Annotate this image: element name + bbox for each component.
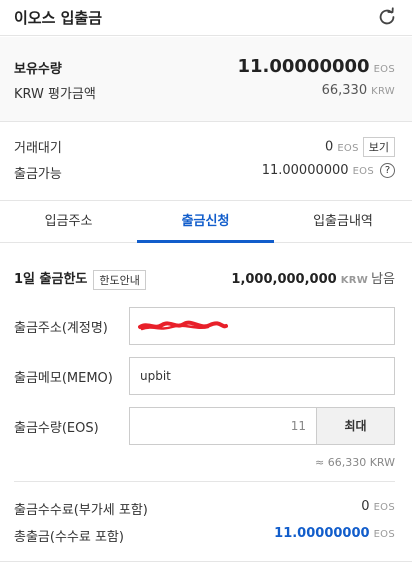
holdings-panel: 보유수량 11.00000000 EOS KRW 평가금액 66,330 KRW (0, 37, 412, 122)
holdings-row: 보유수량 11.00000000 EOS (14, 56, 395, 80)
address-label: 출금주소(계정명) (14, 321, 108, 336)
total-value: 11.00000000 (274, 526, 370, 541)
total-value-wrap: 11.00000000 EOS (274, 526, 395, 541)
tab-bar: 입금주소 출금신청 입출금내역 (0, 200, 412, 243)
daily-limit-row: 1일 출금한도 한도안내 1,000,000,000 KRW 남음 (14, 266, 395, 290)
pending-label: 거래대기 (14, 141, 62, 156)
tab-deposit-address[interactable]: 입금주소 (0, 201, 137, 243)
krw-value-label: KRW 평가금액 (14, 87, 96, 102)
daily-limit-suffix: 남음 (371, 272, 395, 287)
pending-unit: EOS (337, 142, 359, 154)
daily-limit-label-wrap: 1일 출금한도 한도안내 (14, 268, 146, 290)
krw-value-row: KRW 평가금액 66,330 KRW (14, 83, 395, 103)
krw-value: 66,330 (321, 83, 368, 98)
pending-row: 거래대기 0 EOS 보기 (14, 137, 395, 157)
fee-row: 출금수수료(부가세 포함) 0 EOS (14, 499, 395, 519)
address-field-row: 출금주소(계정명) (14, 307, 395, 345)
page-title: 이오스 입출금 (14, 9, 103, 27)
pending-value-wrap: 0 EOS 보기 (325, 137, 395, 157)
tab-withdraw-request[interactable]: 출금신청 (137, 201, 274, 243)
fee-value: 0 (361, 499, 370, 514)
holdings-amount-wrap: 11.00000000 EOS (237, 56, 395, 77)
withdrawable-label: 출금가능 (14, 167, 62, 182)
holdings-unit: EOS (373, 64, 395, 75)
withdrawable-value-wrap: 11.00000000 EOS? (262, 163, 395, 178)
memo-input[interactable]: upbit (129, 357, 395, 395)
memo-label: 출금메모(MEMO) (14, 371, 113, 386)
memo-field-row: 출금메모(MEMO) upbit (14, 357, 395, 395)
total-label: 총출금(수수료 포함) (14, 530, 124, 545)
withdrawable-row: 출금가능 11.00000000 EOS? (14, 163, 395, 183)
max-button[interactable]: 최대 (316, 407, 395, 445)
holdings-amount: 11.00000000 (237, 56, 370, 77)
total-row: 총출금(수수료 포함) 11.00000000 EOS (14, 526, 395, 546)
daily-limit-label: 1일 출금한도 (14, 272, 88, 287)
redacted-address (138, 320, 228, 331)
holdings-label: 보유수량 (14, 62, 62, 77)
help-icon[interactable]: ? (380, 163, 395, 178)
tab-history[interactable]: 입출금내역 (274, 201, 412, 243)
fee-value-wrap: 0 EOS (361, 499, 395, 514)
refresh-icon[interactable] (376, 6, 398, 28)
daily-limit-value: 1,000,000,000 (231, 272, 337, 287)
status-panel: 거래대기 0 EOS 보기 출금가능 11.00000000 EOS? (0, 134, 412, 200)
address-input[interactable] (129, 307, 395, 345)
total-unit: EOS (373, 529, 395, 540)
krw-unit: KRW (371, 86, 395, 97)
withdrawable-unit: EOS (352, 166, 374, 177)
header: 이오스 입출금 (0, 0, 412, 36)
divider (14, 481, 395, 482)
quantity-input[interactable]: 11 (129, 407, 317, 445)
limit-info-button[interactable]: 한도안내 (93, 269, 146, 290)
daily-limit-value-wrap: 1,000,000,000 KRW 남음 (231, 268, 395, 287)
krw-value-wrap: 66,330 KRW (322, 83, 395, 98)
fee-label: 출금수수료(부가세 포함) (14, 503, 148, 518)
quantity-field-row: 출금수량(EOS) 11 최대 (14, 407, 395, 445)
withdrawable-value: 11.00000000 (261, 163, 349, 178)
fee-unit: EOS (373, 502, 395, 513)
pending-value: 0 (325, 139, 334, 155)
quantity-label: 출금수량(EOS) (14, 421, 99, 436)
daily-limit-unit: KRW (340, 275, 369, 286)
view-button[interactable]: 보기 (362, 137, 395, 157)
bottom-divider (0, 561, 412, 562)
approx-krw-value: ≈ 66,330 KRW (315, 456, 395, 469)
